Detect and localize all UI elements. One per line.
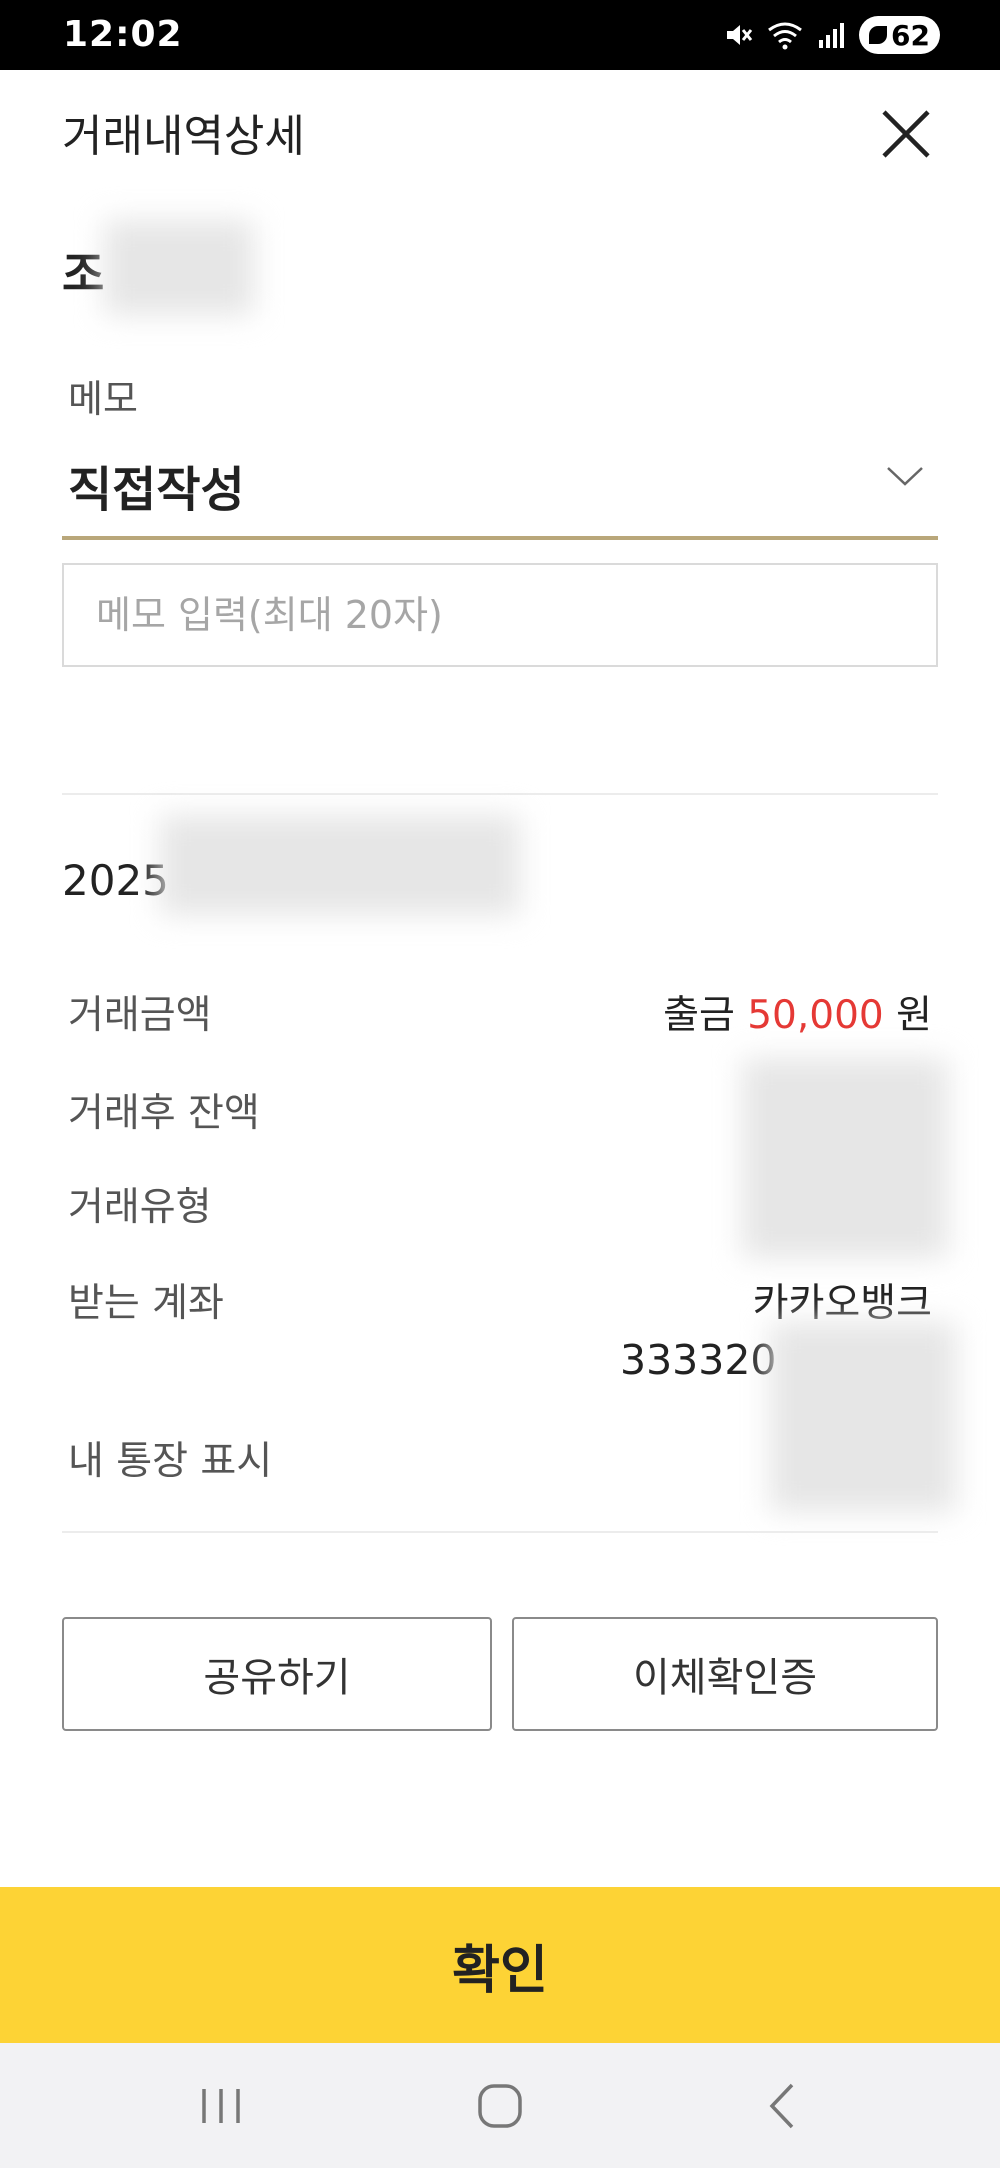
amount-unit: 원 bbox=[896, 993, 932, 1038]
mute-icon bbox=[723, 20, 753, 50]
battery-saver-icon bbox=[869, 26, 888, 44]
transaction-type-label: 거래유형 bbox=[68, 1185, 212, 1230]
balance-after-label: 거래후 잔액 bbox=[68, 1091, 260, 1136]
chevron-down-icon bbox=[887, 467, 923, 486]
memo-type-selected: 직접작성 bbox=[68, 462, 245, 518]
memo-input[interactable] bbox=[62, 563, 938, 667]
recipient-bank: 카카오뱅크 bbox=[752, 1281, 932, 1326]
memo-type-select[interactable]: 직접작성 bbox=[62, 440, 938, 540]
transaction-date: 2025 bbox=[62, 856, 169, 905]
redacted-account-number bbox=[770, 1322, 956, 1512]
wifi-icon bbox=[767, 20, 803, 50]
redacted-date bbox=[160, 815, 520, 915]
recipient-account-label: 받는 계좌 bbox=[68, 1281, 224, 1326]
page-title: 거래내역상세 bbox=[62, 111, 305, 162]
status-icons: 62 bbox=[723, 14, 940, 56]
recent-apps-button[interactable] bbox=[186, 2073, 256, 2139]
signal-icon bbox=[817, 20, 845, 50]
recent-apps-icon bbox=[202, 2089, 240, 2123]
back-icon bbox=[769, 2083, 794, 2129]
memo-label: 메모 bbox=[68, 377, 138, 421]
home-button[interactable] bbox=[465, 2073, 535, 2139]
amount-number: 50,000 bbox=[747, 993, 884, 1038]
navigation-bar bbox=[0, 2043, 1000, 2168]
home-icon bbox=[478, 2084, 522, 2128]
redacted-balance-and-type bbox=[742, 1058, 948, 1258]
status-time: 12:02 bbox=[63, 14, 183, 55]
transfer-certificate-button[interactable]: 이체확인증 bbox=[512, 1617, 938, 1731]
close-icon bbox=[882, 110, 930, 158]
status-bar: 12:02 62 bbox=[0, 0, 1000, 70]
amount-label: 거래금액 bbox=[68, 993, 212, 1038]
share-button[interactable]: 공유하기 bbox=[62, 1617, 492, 1731]
battery-icon: 62 bbox=[859, 16, 940, 54]
back-button[interactable] bbox=[748, 2073, 818, 2139]
amount-value: 출금 50,000 원 bbox=[663, 984, 932, 1040]
payee-name: 조 bbox=[62, 247, 105, 301]
close-button[interactable] bbox=[878, 106, 934, 162]
redacted-payee-name bbox=[104, 220, 254, 315]
transaction-type-text: 출금 bbox=[663, 993, 735, 1038]
section-divider bbox=[62, 793, 938, 795]
recipient-account-number: 333320 bbox=[620, 1336, 777, 1384]
section-divider bbox=[62, 1531, 938, 1533]
my-passbook-display-label: 내 통장 표시 bbox=[68, 1439, 273, 1484]
confirm-button[interactable]: 확인 bbox=[0, 1887, 1000, 2043]
battery-level: 62 bbox=[891, 18, 930, 52]
